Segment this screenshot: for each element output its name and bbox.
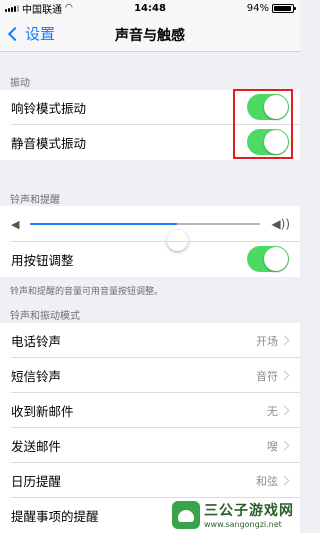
section-header-vibration: 振动	[10, 78, 30, 89]
watermark-name: 三公子游戏网	[204, 503, 294, 519]
row-value: 音符	[256, 369, 278, 383]
chevron-right-icon	[279, 370, 290, 381]
toggle-knob	[264, 247, 288, 271]
section-header-ringer: 铃声和提醒	[10, 195, 60, 206]
watermark-url: www.sangongzi.net	[204, 520, 282, 529]
row-ringtone[interactable]: 电话铃声 开场	[0, 323, 300, 358]
volume-fill	[30, 223, 178, 225]
speaker-low-icon: ◀	[11, 218, 20, 231]
speaker-high-icon: ◀))	[271, 217, 290, 231]
row-text-tone[interactable]: 短信铃声 音符	[0, 358, 300, 393]
chevron-right-icon	[279, 475, 290, 486]
row-label: 收到新邮件	[11, 404, 74, 419]
status-bar: 中国联通 ◠ 14:48 94%	[0, 0, 300, 16]
ringer-footnote: 铃声和提醒的音量可用音量按钮调整。	[10, 287, 164, 297]
highlight-box	[233, 89, 293, 159]
battery-icon	[272, 3, 296, 13]
row-sent-mail[interactable]: 发送邮件 嗖	[0, 428, 300, 463]
chevron-right-icon	[279, 335, 290, 346]
status-time: 14:48	[134, 2, 166, 14]
row-label: 短信铃声	[11, 369, 62, 384]
row-label: 用按钮调整	[11, 253, 74, 268]
ringer-group: ◀ ◀)) 用按钮调整	[0, 206, 300, 277]
row-label: 电话铃声	[11, 334, 62, 349]
row-button-adjust: 用按钮调整	[0, 242, 300, 277]
row-value: 无	[267, 404, 278, 418]
section-header-patterns: 铃声和振动模式	[10, 311, 80, 322]
row-label: 发送邮件	[11, 439, 62, 454]
row-new-mail[interactable]: 收到新邮件 无	[0, 393, 300, 428]
page-title: 声音与触感	[115, 28, 185, 44]
row-label: 静音模式振动	[11, 136, 87, 151]
row-calendar-alerts[interactable]: 日历提醒 和弦	[0, 463, 300, 498]
chevron-right-icon	[279, 405, 290, 416]
volume-slider[interactable]	[30, 223, 260, 251]
row-label: 日历提醒	[11, 474, 62, 489]
row-label: 提醒事项的提醒	[11, 509, 99, 524]
row-value: 和弦	[256, 474, 278, 488]
row-value: 开场	[256, 334, 278, 348]
android-logo-icon	[172, 500, 200, 529]
site-watermark: 三公子游戏网 www.sangongzi.net	[172, 498, 298, 531]
volume-slider-row: ◀ ◀))	[0, 206, 300, 251]
row-label: 响铃模式振动	[11, 101, 87, 116]
chevron-right-icon	[279, 440, 290, 451]
row-value: 嗖	[267, 439, 278, 453]
button-adjust-toggle[interactable]	[247, 246, 289, 272]
navigation-bar: 设置 声音与触感	[0, 16, 300, 52]
